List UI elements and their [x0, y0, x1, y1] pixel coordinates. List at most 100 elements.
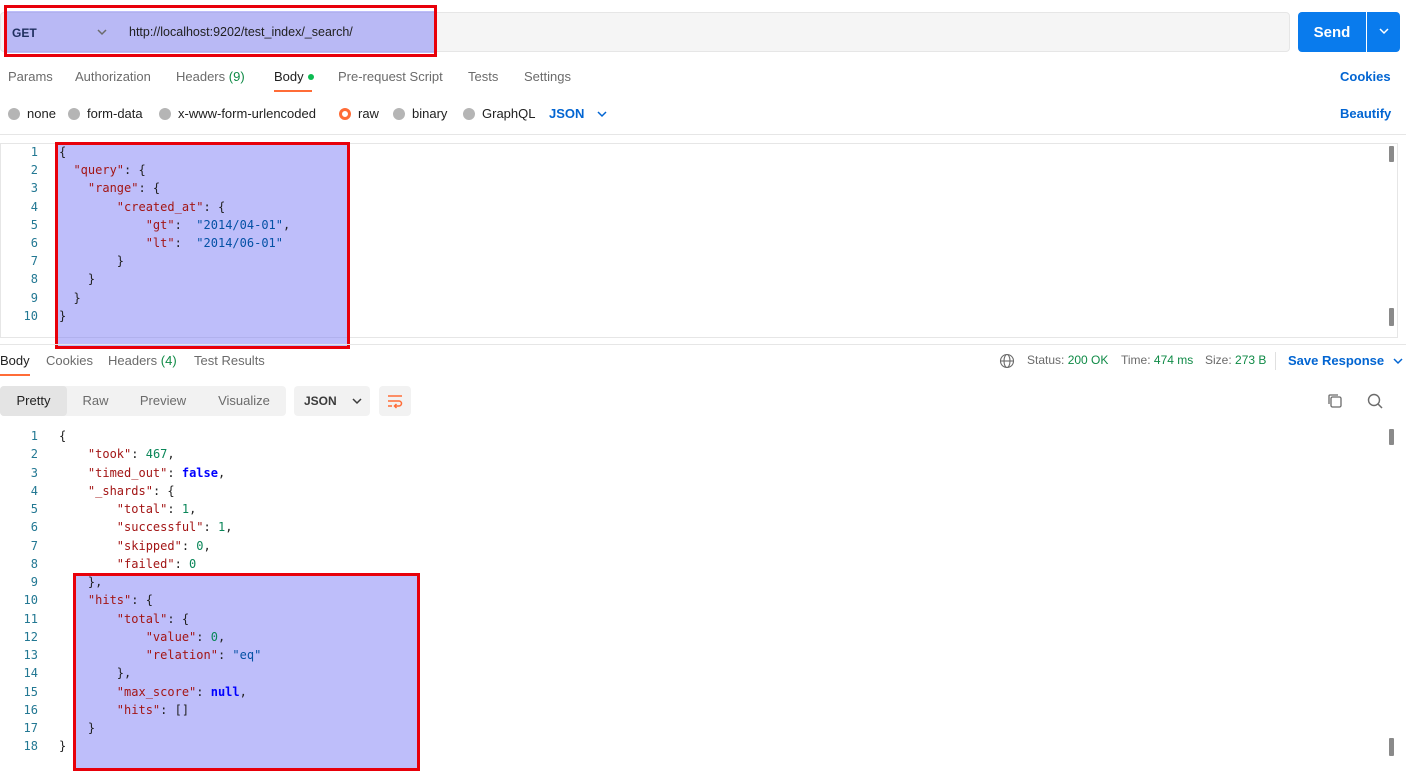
- code-token: : []: [160, 702, 190, 717]
- divider: [0, 134, 1406, 135]
- code-line: "total": 1,: [59, 500, 197, 518]
- code-token: "lt": [145, 236, 175, 250]
- cookies-link[interactable]: Cookies: [1340, 69, 1391, 84]
- time-label: Time:: [1121, 353, 1151, 367]
- body-format-select[interactable]: JSON: [549, 106, 608, 121]
- tab-params[interactable]: Params: [8, 69, 53, 84]
- code-token: {: [59, 429, 67, 443]
- code-token: "skipped": [116, 538, 182, 553]
- code-line: }: [59, 719, 95, 737]
- code-token: :: [174, 236, 197, 250]
- code-token: "total": [116, 611, 168, 626]
- tab-body-label: Body: [274, 69, 304, 84]
- radio-raw-label: raw: [358, 106, 379, 121]
- code-token: :: [167, 465, 182, 480]
- code-token: :: [181, 538, 197, 553]
- tab-body[interactable]: Body: [274, 69, 314, 84]
- radio-form-data-label: form-data: [87, 106, 143, 121]
- code-line: "total": {: [59, 610, 189, 628]
- code-token: ,: [189, 502, 197, 516]
- response-tab-cookies[interactable]: Cookies: [46, 353, 93, 368]
- tab-prerequest-script[interactable]: Pre-request Script: [338, 69, 443, 84]
- line-number: 6: [30, 520, 38, 535]
- radio-binary-label: binary: [412, 106, 448, 121]
- line-number: 11: [23, 611, 38, 626]
- tab-settings[interactable]: Settings: [524, 69, 571, 84]
- wrap-lines-button[interactable]: [379, 386, 411, 416]
- url-input[interactable]: [117, 13, 433, 51]
- line-number: 16: [23, 702, 38, 717]
- code-line: },: [59, 573, 102, 591]
- line-number: 7: [30, 254, 38, 269]
- radio-binary[interactable]: binary: [393, 106, 447, 121]
- code-line: {: [59, 143, 66, 161]
- radio-dot: [68, 107, 80, 120]
- line-number: 5: [30, 217, 38, 232]
- tab-headers-count: (9): [228, 69, 245, 84]
- code-line: "hits": {: [59, 591, 153, 609]
- line-number: 13: [23, 648, 38, 662]
- method-select[interactable]: GET: [6, 13, 116, 53]
- radio-dot: [8, 107, 20, 120]
- code-token: }: [59, 272, 96, 287]
- response-scrollbar-bottom[interactable]: [1389, 738, 1394, 756]
- code-token: false: [181, 465, 218, 480]
- radio-urlencoded-label: x-www-form-urlencoded: [178, 106, 316, 121]
- code-token: : {: [203, 199, 226, 214]
- code-line: }: [59, 737, 66, 755]
- code-line: },: [59, 664, 131, 682]
- code-token: }: [59, 308, 67, 323]
- radio-raw[interactable]: raw: [339, 106, 379, 121]
- response-tab-headers-label: Headers: [108, 353, 158, 368]
- tab-headers[interactable]: Headers (9): [176, 69, 245, 84]
- code-line: "gt": "2014/04-01",: [59, 216, 291, 234]
- radio-form-data[interactable]: form-data: [68, 106, 143, 121]
- code-token: null: [210, 684, 240, 699]
- save-response-label: Save Response: [1288, 353, 1385, 368]
- save-response-button[interactable]: Save Response: [1288, 353, 1404, 368]
- code-token: "timed_out": [87, 465, 168, 480]
- chevron-down-icon: [597, 110, 607, 117]
- editor-scrollbar-bottom[interactable]: [1389, 308, 1394, 326]
- response-tab-body[interactable]: Body: [0, 353, 30, 368]
- line-number: 18: [23, 739, 38, 754]
- body-modified-indicator: [307, 73, 314, 80]
- send-button[interactable]: Send: [1298, 12, 1366, 52]
- radio-graphql[interactable]: GraphQL: [463, 106, 535, 121]
- view-pretty[interactable]: Pretty: [0, 386, 67, 416]
- line-number: 8: [30, 556, 38, 571]
- code-line: }: [59, 307, 66, 325]
- radio-x-www-form-urlencoded[interactable]: x-www-form-urlencoded: [159, 106, 316, 121]
- tab-tests[interactable]: Tests: [468, 69, 498, 84]
- editor-scrollbar-top[interactable]: [1389, 146, 1394, 162]
- response-format-select[interactable]: JSON: [294, 386, 370, 416]
- code-line: "lt": "2014/06-01": [59, 234, 283, 252]
- response-tab-test-results[interactable]: Test Results: [194, 353, 265, 368]
- line-number: 3: [30, 181, 38, 196]
- radio-none[interactable]: none: [8, 106, 56, 121]
- response-scrollbar-top[interactable]: [1389, 429, 1394, 445]
- code-token: 0: [189, 556, 197, 571]
- view-visualize[interactable]: Visualize: [202, 386, 286, 416]
- chevron-down-icon: [97, 29, 107, 36]
- line-number: 8: [30, 272, 38, 287]
- send-options-button[interactable]: [1367, 12, 1400, 52]
- response-tab-headers[interactable]: Headers (4): [108, 353, 177, 368]
- code-token: "took": [87, 447, 132, 462]
- line-number: 15: [23, 684, 38, 699]
- globe-icon[interactable]: [999, 353, 1015, 369]
- view-raw[interactable]: Raw: [67, 386, 124, 416]
- tab-authorization[interactable]: Authorization: [75, 69, 151, 84]
- line-number: 6: [30, 236, 38, 250]
- search-icon[interactable]: [1366, 392, 1384, 410]
- beautify-link[interactable]: Beautify: [1340, 106, 1391, 121]
- view-preview[interactable]: Preview: [124, 386, 202, 416]
- copy-icon[interactable]: [1326, 392, 1344, 410]
